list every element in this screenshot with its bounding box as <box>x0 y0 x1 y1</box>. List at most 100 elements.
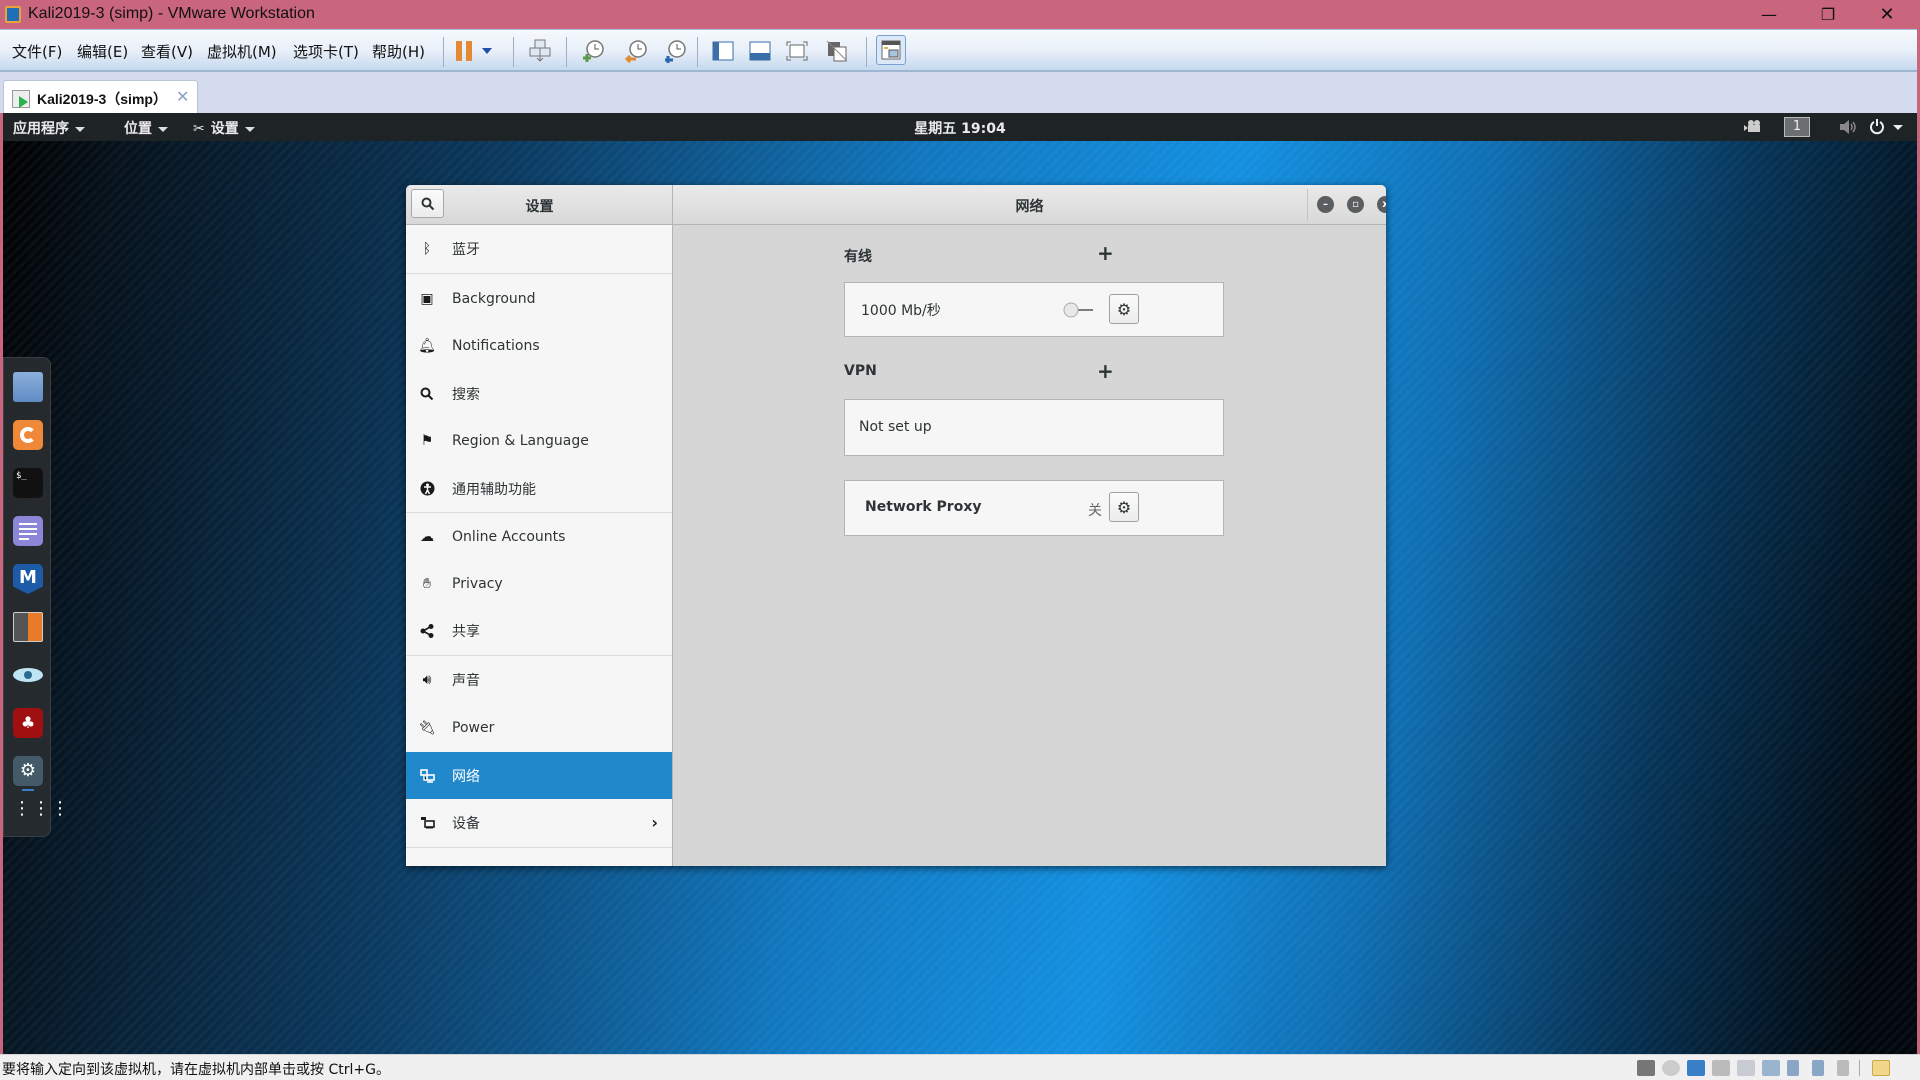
text-editor-icon[interactable] <box>13 516 43 546</box>
header-separator <box>1307 189 1308 221</box>
chevron-right-icon: › <box>651 813 658 832</box>
settings-app-icon[interactable]: ⚙ <box>13 756 43 786</box>
revert-snapshot-icon[interactable] <box>622 37 650 65</box>
search-icon <box>419 386 435 402</box>
eye-icon[interactable] <box>13 660 43 690</box>
files-icon[interactable] <box>13 372 43 402</box>
menu-edit[interactable]: 编辑(E) <box>77 41 128 62</box>
sidebar-item-devices[interactable]: 设备 › <box>406 799 672 846</box>
message-icon[interactable] <box>1872 1060 1890 1076</box>
close-button[interactable]: ✕ <box>1858 0 1916 29</box>
minimize-button[interactable]: — <box>1740 0 1798 29</box>
workspace-indicator[interactable]: 1 <box>1784 117 1810 137</box>
restore-button[interactable]: ❐ <box>1799 0 1857 29</box>
hdd-icon[interactable] <box>1637 1060 1655 1076</box>
panel-header: 网络 – ▫ x <box>673 185 1386 225</box>
sidebar-item-bluetooth[interactable]: ᛒ 蓝牙 <box>406 225 672 272</box>
sidebar-item-label: 蓝牙 <box>452 241 480 258</box>
sidebar-item-label: 网络 <box>452 768 480 785</box>
add-vpn-button[interactable]: + <box>1097 359 1114 383</box>
pause-icon[interactable] <box>450 37 478 65</box>
sidebar-header: 设置 <box>406 185 673 225</box>
wired-toggle-switch[interactable] <box>1063 300 1095 320</box>
take-snapshot-icon[interactable] <box>579 37 607 65</box>
video-camera-icon[interactable] <box>1744 119 1762 137</box>
window-minimize-button[interactable]: – <box>1317 196 1334 213</box>
fullscreen-bar-icon[interactable] <box>746 37 774 65</box>
dock: $_ M ♣ ⚙ ⋮⋮⋮ <box>3 357 69 837</box>
display-icon[interactable] <box>1762 1060 1780 1076</box>
console-view-icon[interactable] <box>709 37 737 65</box>
menu-help[interactable]: 帮助(H) <box>372 41 425 62</box>
settings-sidebar: ᛒ 蓝牙 ▣ Background 🔔︎ Notifications 搜索 ⚑ Regi… <box>406 225 673 866</box>
sidebar-item-power[interactable]: 🔌︎ Power <box>406 704 672 751</box>
dropdown-icon[interactable] <box>478 37 496 65</box>
hand-icon: ✋︎ <box>423 575 431 592</box>
menu-vm[interactable]: 虚拟机(M) <box>207 41 277 62</box>
system-menu-chevron-icon[interactable] <box>1893 125 1903 130</box>
snapshot-manager-icon[interactable] <box>661 37 689 65</box>
fit-guest-icon[interactable] <box>783 37 811 65</box>
vm-tab[interactable]: Kali2019-3（simp） ✕ <box>3 80 198 114</box>
devices-icon <box>419 815 435 831</box>
background-icon: ▣ <box>420 290 434 307</box>
panel-title: 网络 <box>1015 199 1044 215</box>
sidebar-item-accessibility[interactable]: 通用辅助功能 <box>406 465 672 512</box>
usb-icon[interactable] <box>1812 1060 1824 1076</box>
cherrytree-icon[interactable]: ♣ <box>13 708 43 738</box>
bluetooth-icon: ᛒ <box>422 240 432 257</box>
cloud-icon: ☁ <box>420 528 434 545</box>
sidebar-item-background[interactable]: ▣ Background <box>406 275 672 322</box>
burpsuite-icon[interactable] <box>13 612 43 642</box>
usb-icon[interactable] <box>1787 1060 1799 1076</box>
add-wired-button[interactable]: + <box>1097 241 1114 265</box>
terminal-icon[interactable]: $_ <box>13 468 43 498</box>
sidebar-item-online-accounts[interactable]: ☁ Online Accounts <box>406 513 672 560</box>
metasploit-icon[interactable]: M <box>13 564 43 594</box>
vm-tab-strip: Kali2019-3（simp） ✕ <box>0 72 1917 114</box>
thumbnail-view-icon[interactable] <box>876 35 906 65</box>
show-apps-icon[interactable]: ⋮⋮⋮ <box>13 800 69 832</box>
clock[interactable]: 星期五 19:04 <box>3 118 1917 138</box>
sidebar-item-label: 共享 <box>452 623 480 640</box>
menu-file[interactable]: 文件(F) <box>12 41 62 62</box>
input-hint: 要将输入定向到该虚拟机，请在虚拟机内部单击或按 Ctrl+G。 <box>2 1062 390 1078</box>
sidebar-item-privacy[interactable]: ✋︎ Privacy <box>406 560 672 607</box>
sidebar-item-label: Online Accounts <box>452 528 566 545</box>
vm-tab-label: Kali2019-3（simp） <box>37 91 167 107</box>
volume-icon[interactable] <box>1839 119 1857 139</box>
sidebar-item-label: Notifications <box>452 337 540 354</box>
menu-tabs[interactable]: 选项卡(T) <box>293 41 359 62</box>
sidebar-item-label: 通用辅助功能 <box>452 481 536 498</box>
menu-view[interactable]: 查看(V) <box>141 41 193 62</box>
close-tab-button[interactable]: ✕ <box>176 87 189 106</box>
sidebar-separator <box>406 273 672 274</box>
vmware-status-bar: 要将输入定向到该虚拟机，请在虚拟机内部单击或按 Ctrl+G。 <box>0 1054 1920 1080</box>
sound-icon[interactable] <box>1737 1060 1755 1076</box>
sidebar-item-label: Region & Language <box>452 432 589 449</box>
guest-desktop[interactable]: 应用程序 位置 ✂ 设置 星期五 19:04 1 $_ M ♣ ⚙ ⋮⋮⋮ 设置… <box>3 113 1917 1054</box>
bluetooth-device-icon[interactable] <box>1837 1060 1849 1076</box>
wired-section-label: 有线 <box>844 249 872 265</box>
network-proxy-row[interactable]: Network Proxy 关 ⚙ <box>844 480 1224 536</box>
flag-icon: ⚑ <box>420 432 434 449</box>
power-icon[interactable] <box>1869 118 1885 139</box>
sidebar-item-region-language[interactable]: ⚑ Region & Language <box>406 417 672 464</box>
cdrom-icon[interactable] <box>1662 1060 1680 1076</box>
network-adapter-icon[interactable] <box>1687 1060 1705 1076</box>
network-proxy-settings-button[interactable]: ⚙ <box>1109 492 1139 522</box>
sidebar-item-sound[interactable]: 🔊︎ 声音 <box>406 656 672 703</box>
toolbar-separator <box>443 37 444 67</box>
printer-icon[interactable] <box>1712 1060 1730 1076</box>
vmware-title-bar: Kali2019-3 (simp) - VMware Workstation —… <box>0 0 1920 29</box>
sidebar-item-sharing[interactable]: 共享 <box>406 607 672 654</box>
firefox-icon[interactable] <box>13 420 43 450</box>
statusbar-separator <box>1859 1060 1860 1076</box>
wired-settings-button[interactable]: ⚙ <box>1109 294 1139 324</box>
send-ctrl-alt-del-icon[interactable] <box>526 37 554 65</box>
sidebar-item-notifications[interactable]: 🔔︎ Notifications <box>406 322 672 369</box>
unity-icon[interactable] <box>823 37 851 65</box>
sidebar-item-network[interactable]: 网络 <box>406 752 672 799</box>
window-maximize-button[interactable]: ▫ <box>1347 196 1364 213</box>
sidebar-item-search[interactable]: 搜索 <box>406 370 672 417</box>
